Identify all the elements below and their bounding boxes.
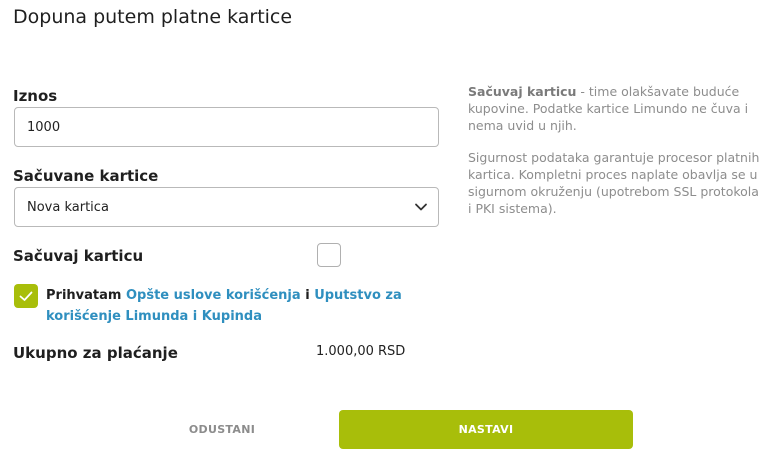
total-value: 1.000,00 RSD bbox=[316, 344, 406, 359]
saved-cards-select[interactable]: Nova kartica bbox=[14, 187, 439, 227]
amount-input[interactable] bbox=[27, 119, 438, 135]
terms-checkbox[interactable] bbox=[14, 284, 38, 308]
cancel-button[interactable]: ODUSTANI bbox=[172, 414, 272, 446]
save-card-info: Sačuvaj karticu - time olakšavate buduće… bbox=[468, 83, 766, 134]
terms-text: Prihvatam Opšte uslove korišćenja i Uput… bbox=[46, 285, 436, 327]
save-card-info-title: Sačuvaj karticu bbox=[468, 84, 577, 99]
terms-prefix: Prihvatam bbox=[46, 288, 122, 303]
page-title: Dopuna putem platne kartice bbox=[13, 6, 293, 28]
amount-field[interactable] bbox=[14, 107, 439, 147]
terms-of-use-link[interactable]: Opšte uslove korišćenja bbox=[126, 288, 301, 303]
payment-card-topup-page: Dopuna putem platne kartice Iznos Sačuva… bbox=[0, 0, 780, 473]
total-label: Ukupno za plaćanje bbox=[13, 344, 178, 362]
saved-cards-selected-value: Nova kartica bbox=[27, 199, 109, 215]
continue-button[interactable]: NASTAVI bbox=[339, 410, 633, 449]
security-info: Sigurnost podataka garantuje procesor pl… bbox=[468, 150, 760, 216]
checkmark-icon bbox=[19, 291, 33, 301]
saved-cards-label: Sačuvane kartice bbox=[13, 167, 159, 185]
save-card-label: Sačuvaj karticu bbox=[13, 247, 144, 265]
chevron-down-icon bbox=[415, 203, 427, 211]
amount-label: Iznos bbox=[13, 87, 58, 105]
save-card-checkbox[interactable] bbox=[317, 243, 341, 267]
terms-conjunction: i bbox=[305, 288, 310, 303]
